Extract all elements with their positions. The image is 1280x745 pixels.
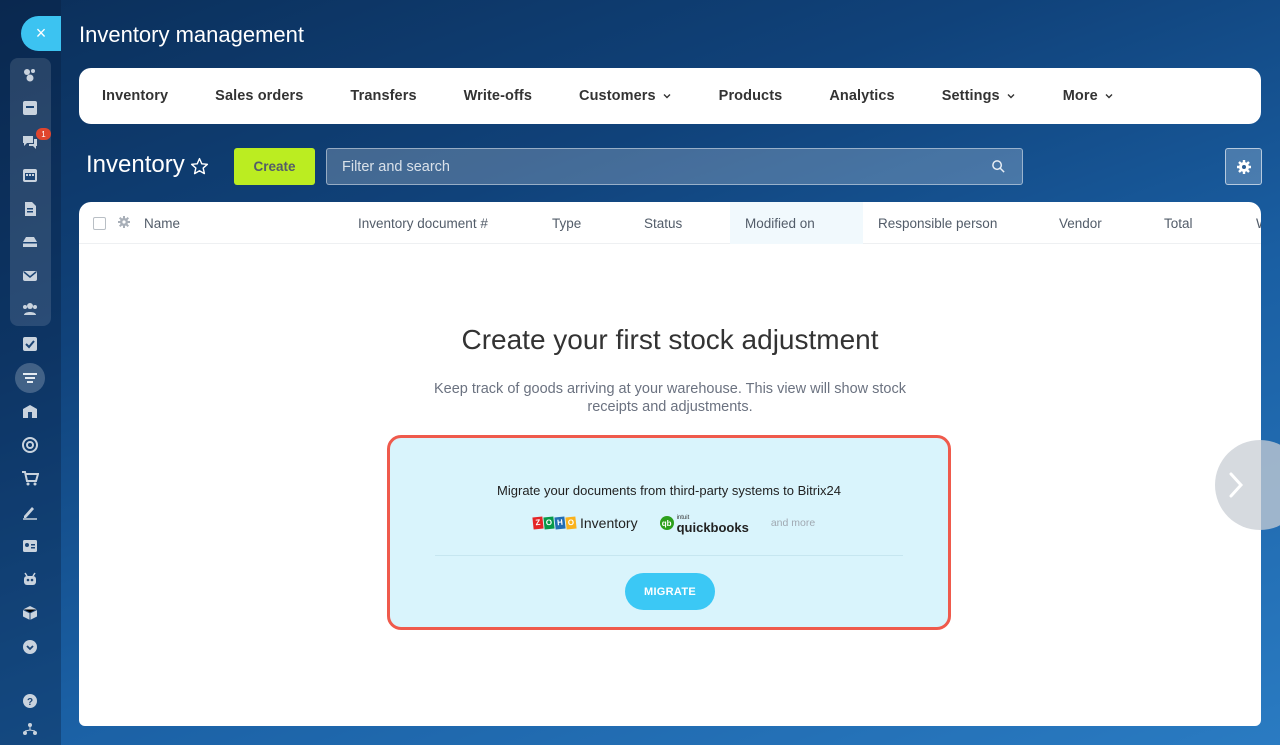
quickbooks-mark: qb bbox=[659, 516, 674, 530]
column-header-type[interactable]: Type bbox=[552, 202, 581, 244]
page-title: Inventory management bbox=[79, 22, 305, 47]
chevron-down-icon bbox=[1105, 94, 1113, 99]
create-button[interactable]: Create bbox=[234, 148, 315, 185]
zoho-inventory-logo: Z O H O Inventory bbox=[532, 515, 638, 531]
zoho-letter: Z bbox=[532, 516, 544, 530]
search-input[interactable] bbox=[342, 158, 982, 175]
target-icon[interactable] bbox=[19, 434, 41, 456]
column-header-truncated[interactable]: W bbox=[1256, 202, 1261, 244]
nav-label: Settings bbox=[941, 88, 1000, 104]
divider bbox=[435, 555, 903, 556]
nav-item-settings[interactable]: Settings bbox=[942, 88, 1016, 104]
partner-logos: Z O H O Inventory qb intuit quickbooks a… bbox=[532, 513, 816, 535]
column-settings-gear-icon[interactable] bbox=[117, 215, 131, 229]
nav-item-inventory[interactable]: Inventory bbox=[102, 88, 168, 104]
star-icon[interactable] bbox=[189, 156, 210, 177]
nav-item-transfers[interactable]: Transfers bbox=[350, 88, 416, 104]
sign-icon[interactable] bbox=[19, 501, 41, 523]
contact-card-icon[interactable] bbox=[19, 535, 41, 557]
nav-item-analytics[interactable]: Analytics bbox=[829, 88, 894, 104]
left-sidebar: × 1 ? bbox=[0, 0, 61, 745]
column-header-status[interactable]: Status bbox=[644, 202, 682, 244]
zoho-letters: Z O H O bbox=[532, 516, 577, 530]
nav-label: Customers bbox=[579, 88, 656, 104]
empty-state-title: Create your first stock adjustment bbox=[461, 324, 879, 355]
zoho-letter: O bbox=[565, 516, 577, 530]
empty-state-subtitle: Keep track of goods arriving at your war… bbox=[433, 381, 906, 415]
box-icon[interactable] bbox=[19, 602, 41, 624]
store-icon[interactable] bbox=[19, 400, 41, 422]
nav-item-products[interactable]: Products bbox=[719, 88, 783, 104]
structure-icon[interactable] bbox=[19, 718, 41, 740]
nav-label: Products bbox=[718, 88, 783, 104]
nav-item-sales-orders[interactable]: Sales orders bbox=[215, 88, 303, 104]
nav-label: Write-offs bbox=[463, 88, 533, 104]
feed-icon[interactable] bbox=[19, 97, 41, 119]
pie-chart-icon[interactable] bbox=[19, 64, 41, 86]
chevron-right-icon bbox=[1229, 472, 1244, 498]
column-header-name[interactable]: Name bbox=[144, 202, 180, 244]
top-nav: Inventory Sales orders Transfers Write-o… bbox=[79, 68, 1261, 124]
calendar-icon[interactable] bbox=[19, 164, 41, 186]
inventory-title: Inventory bbox=[86, 151, 185, 178]
search-icon[interactable] bbox=[991, 159, 1006, 174]
nav-label: Transfers bbox=[350, 88, 417, 104]
crm-filter-icon[interactable] bbox=[15, 363, 45, 393]
notification-badge: 1 bbox=[36, 128, 51, 140]
nav-label: Inventory bbox=[102, 88, 169, 104]
nav-item-more[interactable]: More bbox=[1063, 88, 1114, 104]
people-icon[interactable] bbox=[19, 298, 41, 320]
column-header-responsible-person[interactable]: Responsible person bbox=[878, 202, 997, 244]
column-header-vendor[interactable]: Vendor bbox=[1059, 202, 1102, 244]
chevron-down-icon bbox=[1007, 94, 1015, 99]
zoho-letter: H bbox=[554, 516, 566, 530]
close-icon[interactable]: × bbox=[21, 16, 61, 51]
migrate-description: Migrate your documents from third-party … bbox=[497, 483, 841, 498]
table-header: Name Inventory document # Type Status Mo… bbox=[79, 202, 1261, 244]
column-header-total[interactable]: Total bbox=[1164, 202, 1193, 244]
settings-button[interactable] bbox=[1225, 148, 1262, 185]
nav-item-write-offs[interactable]: Write-offs bbox=[464, 88, 532, 104]
migrate-button[interactable]: MIGRATE bbox=[625, 573, 715, 610]
drive-icon[interactable] bbox=[19, 231, 41, 253]
svg-text:?: ? bbox=[27, 697, 33, 708]
chevron-down-icon bbox=[663, 94, 671, 99]
quickbooks-wordmark: intuit quickbooks bbox=[676, 514, 749, 535]
cart-icon[interactable] bbox=[19, 467, 41, 489]
zoho-letter: O bbox=[543, 516, 555, 530]
search-box bbox=[326, 148, 1023, 185]
nav-item-customers[interactable]: Customers bbox=[579, 88, 672, 104]
quickbooks-logo: qb intuit quickbooks bbox=[659, 514, 749, 535]
main-panel: Name Inventory document # Type Status Mo… bbox=[79, 202, 1261, 726]
robot-icon[interactable] bbox=[19, 568, 41, 590]
gear-icon bbox=[1236, 159, 1251, 174]
mail-icon[interactable] bbox=[19, 265, 41, 287]
document-icon[interactable] bbox=[19, 198, 41, 220]
column-header-document-number[interactable]: Inventory document # bbox=[358, 202, 488, 244]
and-more-label: and more bbox=[770, 517, 816, 529]
more-icon[interactable] bbox=[19, 636, 41, 658]
tasks-icon[interactable] bbox=[19, 333, 41, 355]
nav-label: Sales orders bbox=[215, 88, 304, 104]
zoho-label: Inventory bbox=[580, 515, 638, 531]
nav-label: Analytics bbox=[829, 88, 895, 104]
select-all-checkbox[interactable] bbox=[93, 217, 106, 230]
help-icon[interactable]: ? bbox=[19, 690, 41, 712]
migrate-card: Migrate your documents from third-party … bbox=[387, 435, 951, 630]
nav-label: More bbox=[1062, 88, 1098, 104]
quickbooks-label: quickbooks bbox=[676, 520, 749, 535]
column-header-modified-on[interactable]: Modified on bbox=[730, 202, 863, 244]
